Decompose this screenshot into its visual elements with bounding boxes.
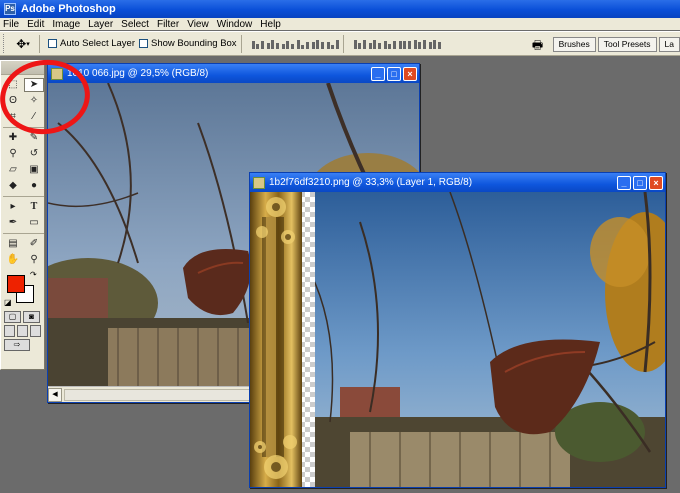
path-selection-icon[interactable]: ▸	[3, 200, 23, 214]
screen-mode-row	[1, 324, 44, 338]
palette-tab-layer-comps[interactable]: La	[658, 36, 680, 52]
maximize-icon[interactable]: □	[633, 175, 647, 190]
document-2-title: 1b2f76df3210.png @ 33,3% (Layer 1, RGB/8…	[269, 177, 473, 188]
app-title-bar: Ps Adobe Photoshop	[0, 0, 680, 18]
distribute-hcenter-icon[interactable]	[413, 39, 426, 49]
menu-select[interactable]: Select	[118, 19, 154, 30]
minimize-icon[interactable]: _	[371, 66, 385, 81]
divider	[39, 34, 40, 53]
distribute-vcenter-icon[interactable]	[368, 39, 381, 49]
zoom-icon[interactable]: ⚲	[24, 253, 44, 267]
printer-icon[interactable]: 🖶	[529, 36, 547, 52]
distribute-buttons	[353, 39, 441, 49]
close-icon[interactable]: ×	[403, 66, 417, 81]
align-left-icon[interactable]	[296, 39, 309, 49]
document-2-canvas[interactable]	[250, 192, 665, 487]
divider	[342, 34, 344, 53]
window-controls: _ □ ×	[617, 175, 663, 190]
document-1-title-bar[interactable]: 1010 066.jpg @ 29,5% (RGB/8) _ □ ×	[48, 64, 419, 83]
menu-filter[interactable]: Filter	[154, 19, 184, 30]
imageready-row: ⇨	[1, 338, 44, 352]
maximize-icon[interactable]: □	[387, 66, 401, 81]
scroll-left-icon[interactable]: ◀	[48, 387, 62, 402]
app-title: Adobe Photoshop	[21, 3, 116, 15]
eyedropper-icon[interactable]: ✐	[24, 237, 44, 251]
default-colors-icon[interactable]: ◪	[4, 298, 12, 307]
shape-icon[interactable]: ▭	[24, 216, 44, 230]
align-buttons	[251, 39, 339, 49]
quick-mask-row: ▢ ◙	[1, 310, 44, 324]
healing-brush-icon[interactable]: ✚	[3, 131, 23, 145]
swap-colors-icon[interactable]: ↷	[30, 270, 37, 279]
align-right-icon[interactable]	[326, 39, 339, 49]
screen-mode-full-menu-icon[interactable]	[17, 325, 28, 337]
auto-select-layer-label: Auto Select Layer	[60, 38, 135, 49]
divider	[3, 196, 44, 197]
checkbox-box[interactable]	[48, 39, 57, 48]
menu-edit[interactable]: Edit	[24, 19, 49, 30]
distribute-bottom-icon[interactable]	[383, 39, 396, 49]
image-file-icon	[253, 176, 265, 189]
menu-layer[interactable]: Layer	[85, 19, 118, 30]
clone-stamp-icon[interactable]: ⚲	[3, 147, 23, 161]
distribute-top-icon[interactable]	[353, 39, 366, 49]
move-icon: ✥	[16, 36, 27, 51]
screen-mode-standard-icon[interactable]	[4, 325, 15, 337]
menu-window[interactable]: Window	[214, 19, 258, 30]
menu-image[interactable]: Image	[49, 19, 85, 30]
align-hcenter-icon[interactable]	[311, 39, 324, 49]
options-bar-grip[interactable]	[3, 34, 7, 53]
autumn-photo-with-frame	[250, 192, 665, 487]
photoshop-icon: Ps	[4, 3, 16, 15]
document-window-2[interactable]: 1b2f76df3210.png @ 33,3% (Layer 1, RGB/8…	[249, 172, 666, 488]
options-bar: ✥ ▾ Auto Select Layer Show Bounding Box 🖶…	[0, 31, 680, 56]
align-vcenter-icon[interactable]	[266, 39, 279, 49]
dodge-icon[interactable]: ●	[24, 179, 44, 193]
quick-mask-icon[interactable]: ◙	[23, 311, 40, 323]
close-icon[interactable]: ×	[649, 175, 663, 190]
menu-bar: File Edit Image Layer Select Filter View…	[0, 18, 680, 30]
type-icon[interactable]: T	[24, 200, 44, 214]
eraser-icon[interactable]: ▱	[3, 163, 23, 177]
document-2-title-bar[interactable]: 1b2f76df3210.png @ 33,3% (Layer 1, RGB/8…	[250, 173, 665, 192]
palette-tab-tool-presets[interactable]: Tool Presets	[597, 36, 657, 52]
blur-icon[interactable]: ◆	[3, 179, 23, 193]
notes-icon[interactable]: ▤	[3, 237, 23, 251]
chevron-down-icon: ▾	[26, 40, 30, 48]
divider	[3, 233, 44, 234]
hand-icon[interactable]: ✋	[3, 253, 23, 267]
align-top-icon[interactable]	[251, 39, 264, 49]
jump-to-imageready-icon[interactable]: ⇨	[4, 339, 30, 351]
divider	[240, 34, 242, 53]
history-brush-icon[interactable]: ↺	[24, 147, 44, 161]
distribute-right-icon[interactable]	[428, 39, 441, 49]
menu-help[interactable]: Help	[257, 19, 286, 30]
palette-well: 🖶 Brushes Tool Presets La	[529, 34, 680, 54]
distribute-left-icon[interactable]	[398, 39, 411, 49]
palette-tab-brushes[interactable]: Brushes	[552, 36, 596, 52]
foreground-color-swatch[interactable]	[7, 275, 25, 293]
align-bottom-icon[interactable]	[281, 39, 294, 49]
menu-file[interactable]: File	[0, 19, 24, 30]
document-1-title: 1010 066.jpg @ 29,5% (RGB/8)	[67, 68, 209, 79]
color-swatches: ↷ ◪	[3, 270, 44, 310]
window-controls: _ □ ×	[371, 66, 417, 81]
standard-mode-icon[interactable]: ▢	[4, 311, 21, 323]
tool-preset-picker[interactable]: ✥ ▾	[11, 35, 35, 53]
screen-mode-full-icon[interactable]	[30, 325, 41, 337]
gradient-icon[interactable]: ▣	[24, 163, 44, 177]
menu-view[interactable]: View	[184, 19, 214, 30]
show-bounding-box-checkbox[interactable]: Show Bounding Box	[139, 38, 237, 49]
checkbox-box[interactable]	[139, 39, 148, 48]
pen-icon[interactable]: ✒	[3, 216, 23, 230]
minimize-icon[interactable]: _	[617, 175, 631, 190]
auto-select-layer-checkbox[interactable]: Auto Select Layer	[48, 38, 135, 49]
show-bounding-box-label: Show Bounding Box	[151, 38, 237, 49]
